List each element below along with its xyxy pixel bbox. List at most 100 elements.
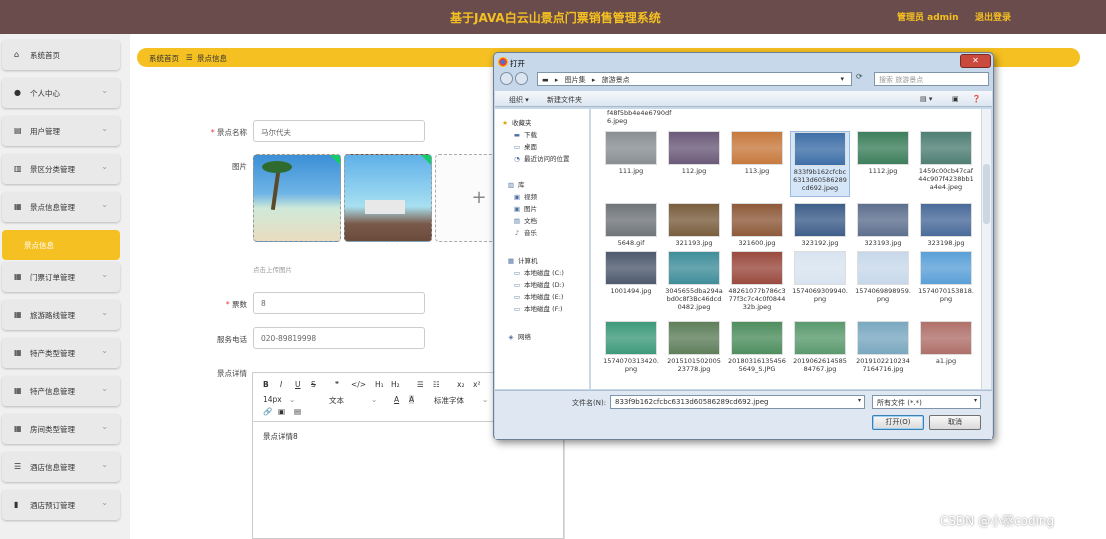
font-size-select[interactable]: 14px bbox=[263, 395, 282, 404]
text-style-select[interactable]: 文本 bbox=[329, 395, 344, 406]
nav-item[interactable]: ▣ 图片 bbox=[513, 203, 537, 213]
file-item[interactable]: 1574069898959.png bbox=[853, 251, 913, 317]
file-item[interactable]: 111.jpg bbox=[601, 131, 661, 197]
scrollbar-thumb[interactable] bbox=[983, 164, 990, 224]
subscript-button[interactable]: x₂ bbox=[457, 380, 464, 389]
address-bar[interactable]: ▬ ▸ 图片集 ▸ 旅游景点 ▾ bbox=[537, 72, 852, 86]
name-input[interactable]: 马尔代夫 bbox=[253, 120, 425, 142]
forward-button[interactable] bbox=[515, 72, 528, 85]
unordered-list-button[interactable]: ☷ bbox=[433, 380, 440, 389]
nav-item[interactable]: ▭ 本地磁盘 (E:) bbox=[513, 291, 564, 301]
file-item[interactable]: 1574070153818.png bbox=[916, 251, 976, 317]
file-item[interactable]: 1001494.jpg bbox=[601, 251, 661, 317]
file-item-partial[interactable]: f48f5bb4e4e6790df6.jpeg bbox=[607, 109, 677, 125]
file-item[interactable]: 1112.jpg bbox=[853, 131, 913, 197]
image-icon[interactable]: ▣ bbox=[278, 407, 285, 416]
underline-button[interactable]: U bbox=[295, 380, 301, 389]
phone-input[interactable]: 020-89819998 bbox=[253, 327, 425, 349]
file-item[interactable]: 112.jpg bbox=[664, 131, 724, 197]
chevron-down-icon[interactable]: ▾ bbox=[858, 397, 861, 404]
path-segment[interactable]: 旅游景点 bbox=[602, 76, 630, 84]
sidebar-item[interactable]: ▦ 特产信息管理 ⌄ bbox=[2, 376, 120, 406]
heading2-button[interactable]: H₂ bbox=[391, 380, 400, 389]
path-segment[interactable]: 图片集 bbox=[565, 76, 586, 84]
ticket-input[interactable]: 8 bbox=[253, 292, 425, 314]
bar-chart-icon: ▥ bbox=[14, 164, 22, 173]
nav-item[interactable]: ◔ 最近访问的位置 bbox=[513, 153, 569, 163]
file-item[interactable]: 2019062614585 84767.jpg bbox=[790, 321, 850, 387]
sidebar-item[interactable]: ▤ 用户管理 ⌄ bbox=[2, 116, 120, 146]
new-folder-button[interactable]: 新建文件夹 bbox=[547, 95, 582, 105]
file-item[interactable]: 2015101502005 23778.jpg bbox=[664, 321, 724, 387]
sidebar-item[interactable]: ▦ 特产类型管理 ⌄ bbox=[2, 338, 120, 368]
video-icon[interactable]: ▤ bbox=[294, 407, 301, 416]
nav-item[interactable]: ▭ 本地磁盘 (D:) bbox=[513, 279, 564, 289]
open-button[interactable]: 打开(O) bbox=[872, 415, 924, 430]
filename-input[interactable]: 833f9b162cfcbc6313d60586289cd692.jpeg ▾ bbox=[610, 395, 865, 409]
nav-item[interactable]: ▥ 库 bbox=[507, 179, 525, 189]
editor-content[interactable]: 景点详情8 bbox=[263, 431, 298, 442]
back-button[interactable] bbox=[500, 72, 513, 85]
grid-icon: ▦ bbox=[14, 424, 22, 433]
filetype-select[interactable]: 所有文件 (*.*) ▾ bbox=[872, 395, 981, 409]
dialog-close-button[interactable]: ✕ bbox=[960, 54, 991, 68]
logout-link[interactable]: 退出登录 bbox=[975, 10, 1011, 23]
uploaded-image-2[interactable] bbox=[344, 154, 432, 242]
refresh-icon[interactable]: ⟳ bbox=[856, 72, 868, 86]
organize-button[interactable]: 组织 ▾ bbox=[509, 95, 529, 105]
file-item[interactable]: 833f9b162cfcbc6313d60586289cd692.jpeg bbox=[790, 131, 850, 197]
strikethrough-button[interactable]: S bbox=[311, 380, 316, 389]
file-item[interactable]: 48261077b786c377f3c7c4c0f084432b.jpeg bbox=[727, 251, 787, 317]
ordered-list-button[interactable]: ☰ bbox=[417, 380, 424, 389]
heading1-button[interactable]: H₁ bbox=[375, 380, 384, 389]
uploaded-image-1[interactable] bbox=[253, 154, 341, 242]
font-color-icon[interactable]: A bbox=[394, 395, 399, 404]
sidebar-item[interactable]: ▥ 景区分类管理 ⌄ bbox=[2, 154, 120, 184]
file-item[interactable]: 1574069309940.png bbox=[790, 251, 850, 317]
sidebar-item[interactable]: ▦ 旅游路线管理 ⌄ bbox=[2, 300, 120, 330]
sidebar-item[interactable]: ▦ 景点信息管理 ⌄ bbox=[2, 192, 120, 222]
breadcrumb-home[interactable]: 系统首页 bbox=[149, 53, 179, 64]
nav-item[interactable]: ▤ 文档 bbox=[513, 215, 537, 225]
chevron-down-icon[interactable]: ▾ bbox=[840, 75, 844, 83]
nav-item[interactable]: ★ 收藏夹 bbox=[501, 117, 531, 127]
sidebar-item[interactable]: ● 个人中心 ⌄ bbox=[2, 78, 120, 108]
sidebar-item[interactable]: ☰ 酒店信息管理 ⌄ bbox=[2, 452, 120, 482]
quote-button[interactable]: ❞ bbox=[335, 380, 339, 389]
nav-item[interactable]: ▭ 本地磁盘 (F:) bbox=[513, 303, 563, 313]
file-item[interactable]: 2019102210234 7164716.jpg bbox=[853, 321, 913, 387]
nav-item[interactable]: ▭ 本地磁盘 (C:) bbox=[513, 267, 564, 277]
nav-item[interactable]: ♪ 音乐 bbox=[513, 227, 537, 237]
nav-item[interactable]: ▦ 计算机 bbox=[507, 255, 538, 265]
preview-pane-icon[interactable]: ▣ bbox=[952, 95, 959, 103]
cancel-button[interactable]: 取消 bbox=[929, 415, 981, 430]
file-item[interactable]: 3045655dba294abd0c8f3Bc46dcd0482.jpeg bbox=[664, 251, 724, 317]
file-item[interactable]: 1459c00cb47caf44c907f4238bb1a4e4.jpeg bbox=[916, 131, 976, 197]
sidebar-item[interactable]: ▮ 酒店预订管理 ⌄ bbox=[2, 490, 120, 520]
view-options-icon[interactable]: ▤ ▾ bbox=[920, 95, 932, 103]
chevron-down-icon[interactable]: ▾ bbox=[974, 397, 977, 404]
link-icon[interactable]: 🔗 bbox=[263, 407, 272, 416]
sidebar-item[interactable]: 景点信息 bbox=[2, 230, 120, 260]
search-input[interactable]: 搜索 旅游景点 bbox=[874, 72, 989, 86]
sidebar-item[interactable]: ▦ 门票订单管理 ⌄ bbox=[2, 262, 120, 292]
scrollbar[interactable] bbox=[981, 109, 991, 389]
background-color-icon[interactable]: A bbox=[409, 395, 415, 404]
nav-item[interactable]: ▣ 视频 bbox=[513, 191, 537, 201]
bold-button[interactable]: B bbox=[263, 380, 269, 389]
file-item[interactable]: 20180316135456 5649_S.JPG bbox=[727, 321, 787, 387]
sidebar: ⌂ 系统首页 ● 个人中心 ⌄ ▤ 用户管理 ⌄ ▥ 景区分类管理 ⌄ ▦ 景点信息管理 ⌄ 景点信息 ▦ 门票… bbox=[0, 34, 130, 539]
nav-item[interactable]: ▬ 下载 bbox=[513, 129, 537, 139]
italic-button[interactable]: I bbox=[280, 380, 282, 389]
sidebar-item[interactable]: ⌂ 系统首页 bbox=[2, 40, 120, 70]
font-family-select[interactable]: 标准字体 bbox=[434, 395, 464, 406]
nav-item[interactable]: ◈ 网络 bbox=[507, 331, 532, 341]
file-item[interactable]: 1574070313420.png bbox=[601, 321, 661, 387]
file-item[interactable]: a1.jpg bbox=[916, 321, 976, 387]
help-icon[interactable]: ❓ bbox=[972, 95, 981, 103]
code-button[interactable]: </> bbox=[351, 380, 366, 389]
superscript-button[interactable]: x² bbox=[473, 380, 480, 389]
file-item[interactable]: 113.jpg bbox=[727, 131, 787, 197]
sidebar-item[interactable]: ▦ 房间类型管理 ⌄ bbox=[2, 414, 120, 444]
nav-item[interactable]: ▭ 桌面 bbox=[513, 141, 537, 151]
